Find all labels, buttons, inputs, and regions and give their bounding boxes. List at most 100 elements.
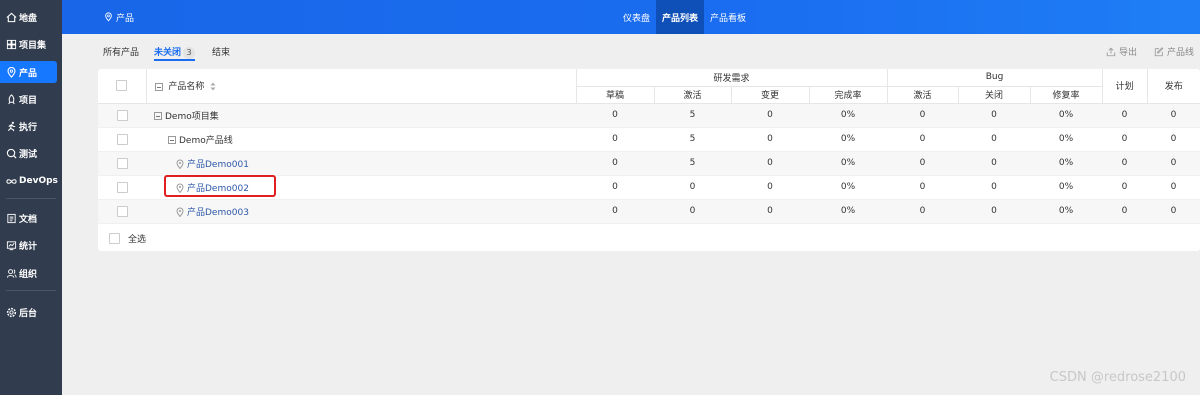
sidebar-item-devops[interactable]: DevOps bbox=[0, 170, 58, 192]
sidebar-item-execution[interactable]: 执行 bbox=[0, 115, 57, 137]
column-draft-header: 草稿 bbox=[576, 86, 655, 104]
metric-cell: 0 bbox=[1102, 103, 1148, 128]
metric-cell: 0 bbox=[887, 151, 959, 176]
metric-cell: 0 bbox=[1147, 103, 1200, 128]
gear-icon bbox=[6, 307, 17, 317]
test-icon bbox=[6, 148, 17, 159]
sidebar-item-label: 项目集 bbox=[19, 40, 47, 51]
sidebar-item-label: DevOps bbox=[19, 176, 58, 186]
product-link[interactable]: 产品Demo001 bbox=[187, 160, 249, 170]
collapse-icon[interactable] bbox=[154, 112, 162, 120]
sidebar-item-label: 项目 bbox=[19, 95, 38, 106]
group-name: Demo产品线 bbox=[179, 135, 233, 146]
watermark: CSDN @redrose2100 bbox=[1049, 370, 1186, 385]
sidebar-item-test[interactable]: 测试 bbox=[0, 142, 57, 164]
sidebar-item-label: 测试 bbox=[19, 149, 38, 160]
table-row: 产品Demo003 0 0 0 0% 0 0 0% 0 0 bbox=[98, 199, 1200, 224]
product-line-button[interactable]: 产品线 bbox=[1154, 45, 1194, 58]
module-label: 产品 bbox=[116, 13, 135, 24]
sidebar-item-doc[interactable]: 文档 bbox=[0, 207, 57, 229]
sidebar-divider bbox=[6, 290, 56, 291]
product-link[interactable]: 产品Demo003 bbox=[187, 208, 249, 218]
sidebar-item-program[interactable]: 项目集 bbox=[0, 33, 57, 55]
nav-product-kanban[interactable]: 产品看板 bbox=[704, 0, 752, 34]
module-title[interactable]: 产品 bbox=[104, 0, 134, 34]
row-select-cell bbox=[98, 127, 146, 152]
metric-cell: 0 bbox=[731, 103, 809, 128]
sidebar-item-dashboard[interactable]: 地盘 bbox=[0, 6, 57, 28]
metric-cell: 5 bbox=[654, 151, 731, 176]
table-row: Demo产品线 0 5 0 0% 0 0 0% 0 0 bbox=[98, 127, 1200, 152]
metric-cell: 0 bbox=[731, 175, 809, 200]
sidebar-item-label: 地盘 bbox=[19, 13, 38, 24]
tab-all-products[interactable]: 所有产品 bbox=[103, 45, 139, 58]
row-select-cell bbox=[98, 175, 146, 200]
select-all-bar: 全选 bbox=[98, 226, 1200, 251]
metric-cell: 0 bbox=[576, 175, 654, 200]
metric-cell: 5 bbox=[654, 103, 731, 128]
row-select-cell bbox=[98, 199, 146, 224]
sidebar-item-label: 组织 bbox=[19, 269, 38, 280]
metric-cell: 0 bbox=[887, 103, 959, 128]
row-checkbox[interactable] bbox=[116, 205, 128, 217]
sidebar-item-project[interactable]: 项目 bbox=[0, 88, 57, 110]
column-completion-header: 完成率 bbox=[809, 86, 888, 104]
row-checkbox[interactable] bbox=[116, 109, 128, 121]
table-row: 产品Demo001 0 5 0 0% 0 0 0% 0 0 bbox=[98, 151, 1200, 176]
row-checkbox[interactable] bbox=[116, 133, 128, 145]
metric-cell: 0 bbox=[576, 127, 654, 152]
name-cell: Demo项目集 bbox=[146, 103, 576, 128]
collapse-all-icon[interactable] bbox=[154, 82, 163, 91]
metric-cell: 0 bbox=[576, 199, 654, 224]
name-cell: 产品Demo003 bbox=[146, 199, 576, 224]
tab-closed[interactable]: 结束 bbox=[212, 45, 230, 58]
sidebar-item-stats[interactable]: 统计 bbox=[0, 234, 57, 256]
tab-unclosed[interactable]: 未关闭 3 bbox=[154, 45, 196, 61]
metric-cell: 0 bbox=[958, 199, 1031, 224]
metric-cell: 0 bbox=[887, 175, 959, 200]
nav-dashboard[interactable]: 仪表盘 bbox=[617, 0, 656, 34]
metric-cell: 0% bbox=[809, 175, 888, 200]
sort-icon bbox=[210, 82, 216, 91]
name-cell: Demo产品线 bbox=[146, 127, 576, 152]
org-icon bbox=[6, 268, 17, 278]
highlight-box bbox=[164, 175, 276, 197]
product-icon bbox=[176, 159, 184, 169]
count-badge: 3 bbox=[183, 47, 196, 59]
chart-icon bbox=[6, 240, 17, 250]
metric-cell: 0% bbox=[1030, 127, 1103, 152]
metric-cell: 0 bbox=[1102, 175, 1148, 200]
metric-cell: 0% bbox=[1030, 151, 1103, 176]
metric-cell: 0 bbox=[576, 151, 654, 176]
metric-cell: 0 bbox=[887, 127, 959, 152]
sidebar-item-org[interactable]: 组织 bbox=[0, 262, 57, 284]
collapse-icon[interactable] bbox=[168, 136, 176, 144]
tab-underline bbox=[154, 59, 196, 61]
row-checkbox[interactable] bbox=[116, 181, 128, 193]
column-name-header[interactable]: 产品名称 bbox=[146, 69, 577, 104]
product-icon bbox=[176, 207, 184, 217]
metric-cell: 0% bbox=[1030, 175, 1103, 200]
nav-product-list[interactable]: 产品列表 bbox=[656, 0, 705, 34]
metric-cell: 0 bbox=[958, 103, 1031, 128]
metric-cell: 0% bbox=[809, 127, 888, 152]
sidebar-item-admin[interactable]: 后台 bbox=[0, 301, 57, 323]
select-all-checkbox-header[interactable] bbox=[116, 80, 128, 92]
metric-cell: 0 bbox=[731, 127, 809, 152]
grid-icon bbox=[6, 39, 17, 49]
product-table-panel: 产品名称 研发需求 Bug 计划 发布 草稿 激活 变更 完成率 激活 关闭 修… bbox=[98, 69, 1200, 251]
header-nav: 仪表盘 产品列表 产品看板 bbox=[617, 0, 752, 34]
run-icon bbox=[7, 121, 16, 131]
export-button[interactable]: 导出 bbox=[1106, 45, 1137, 58]
column-bug-closed-header: 关闭 bbox=[958, 86, 1031, 104]
sidebar-item-label: 后台 bbox=[19, 308, 38, 319]
select-all-checkbox[interactable] bbox=[109, 233, 120, 244]
row-select-cell bbox=[98, 103, 146, 128]
sidebar-item-product[interactable]: 产品 bbox=[0, 61, 57, 83]
sidebar: 地盘 项目集 产品 项目 执行 测试 DevOps 文档 统计 组织 后台 bbox=[0, 0, 62, 395]
row-checkbox[interactable] bbox=[116, 157, 128, 169]
row-select-cell bbox=[98, 151, 146, 176]
metric-cell: 0% bbox=[809, 199, 888, 224]
toolbar: 所有产品 未关闭 3 结束 导出 产品线 bbox=[62, 40, 1200, 62]
metric-cell: 0 bbox=[1147, 151, 1200, 176]
